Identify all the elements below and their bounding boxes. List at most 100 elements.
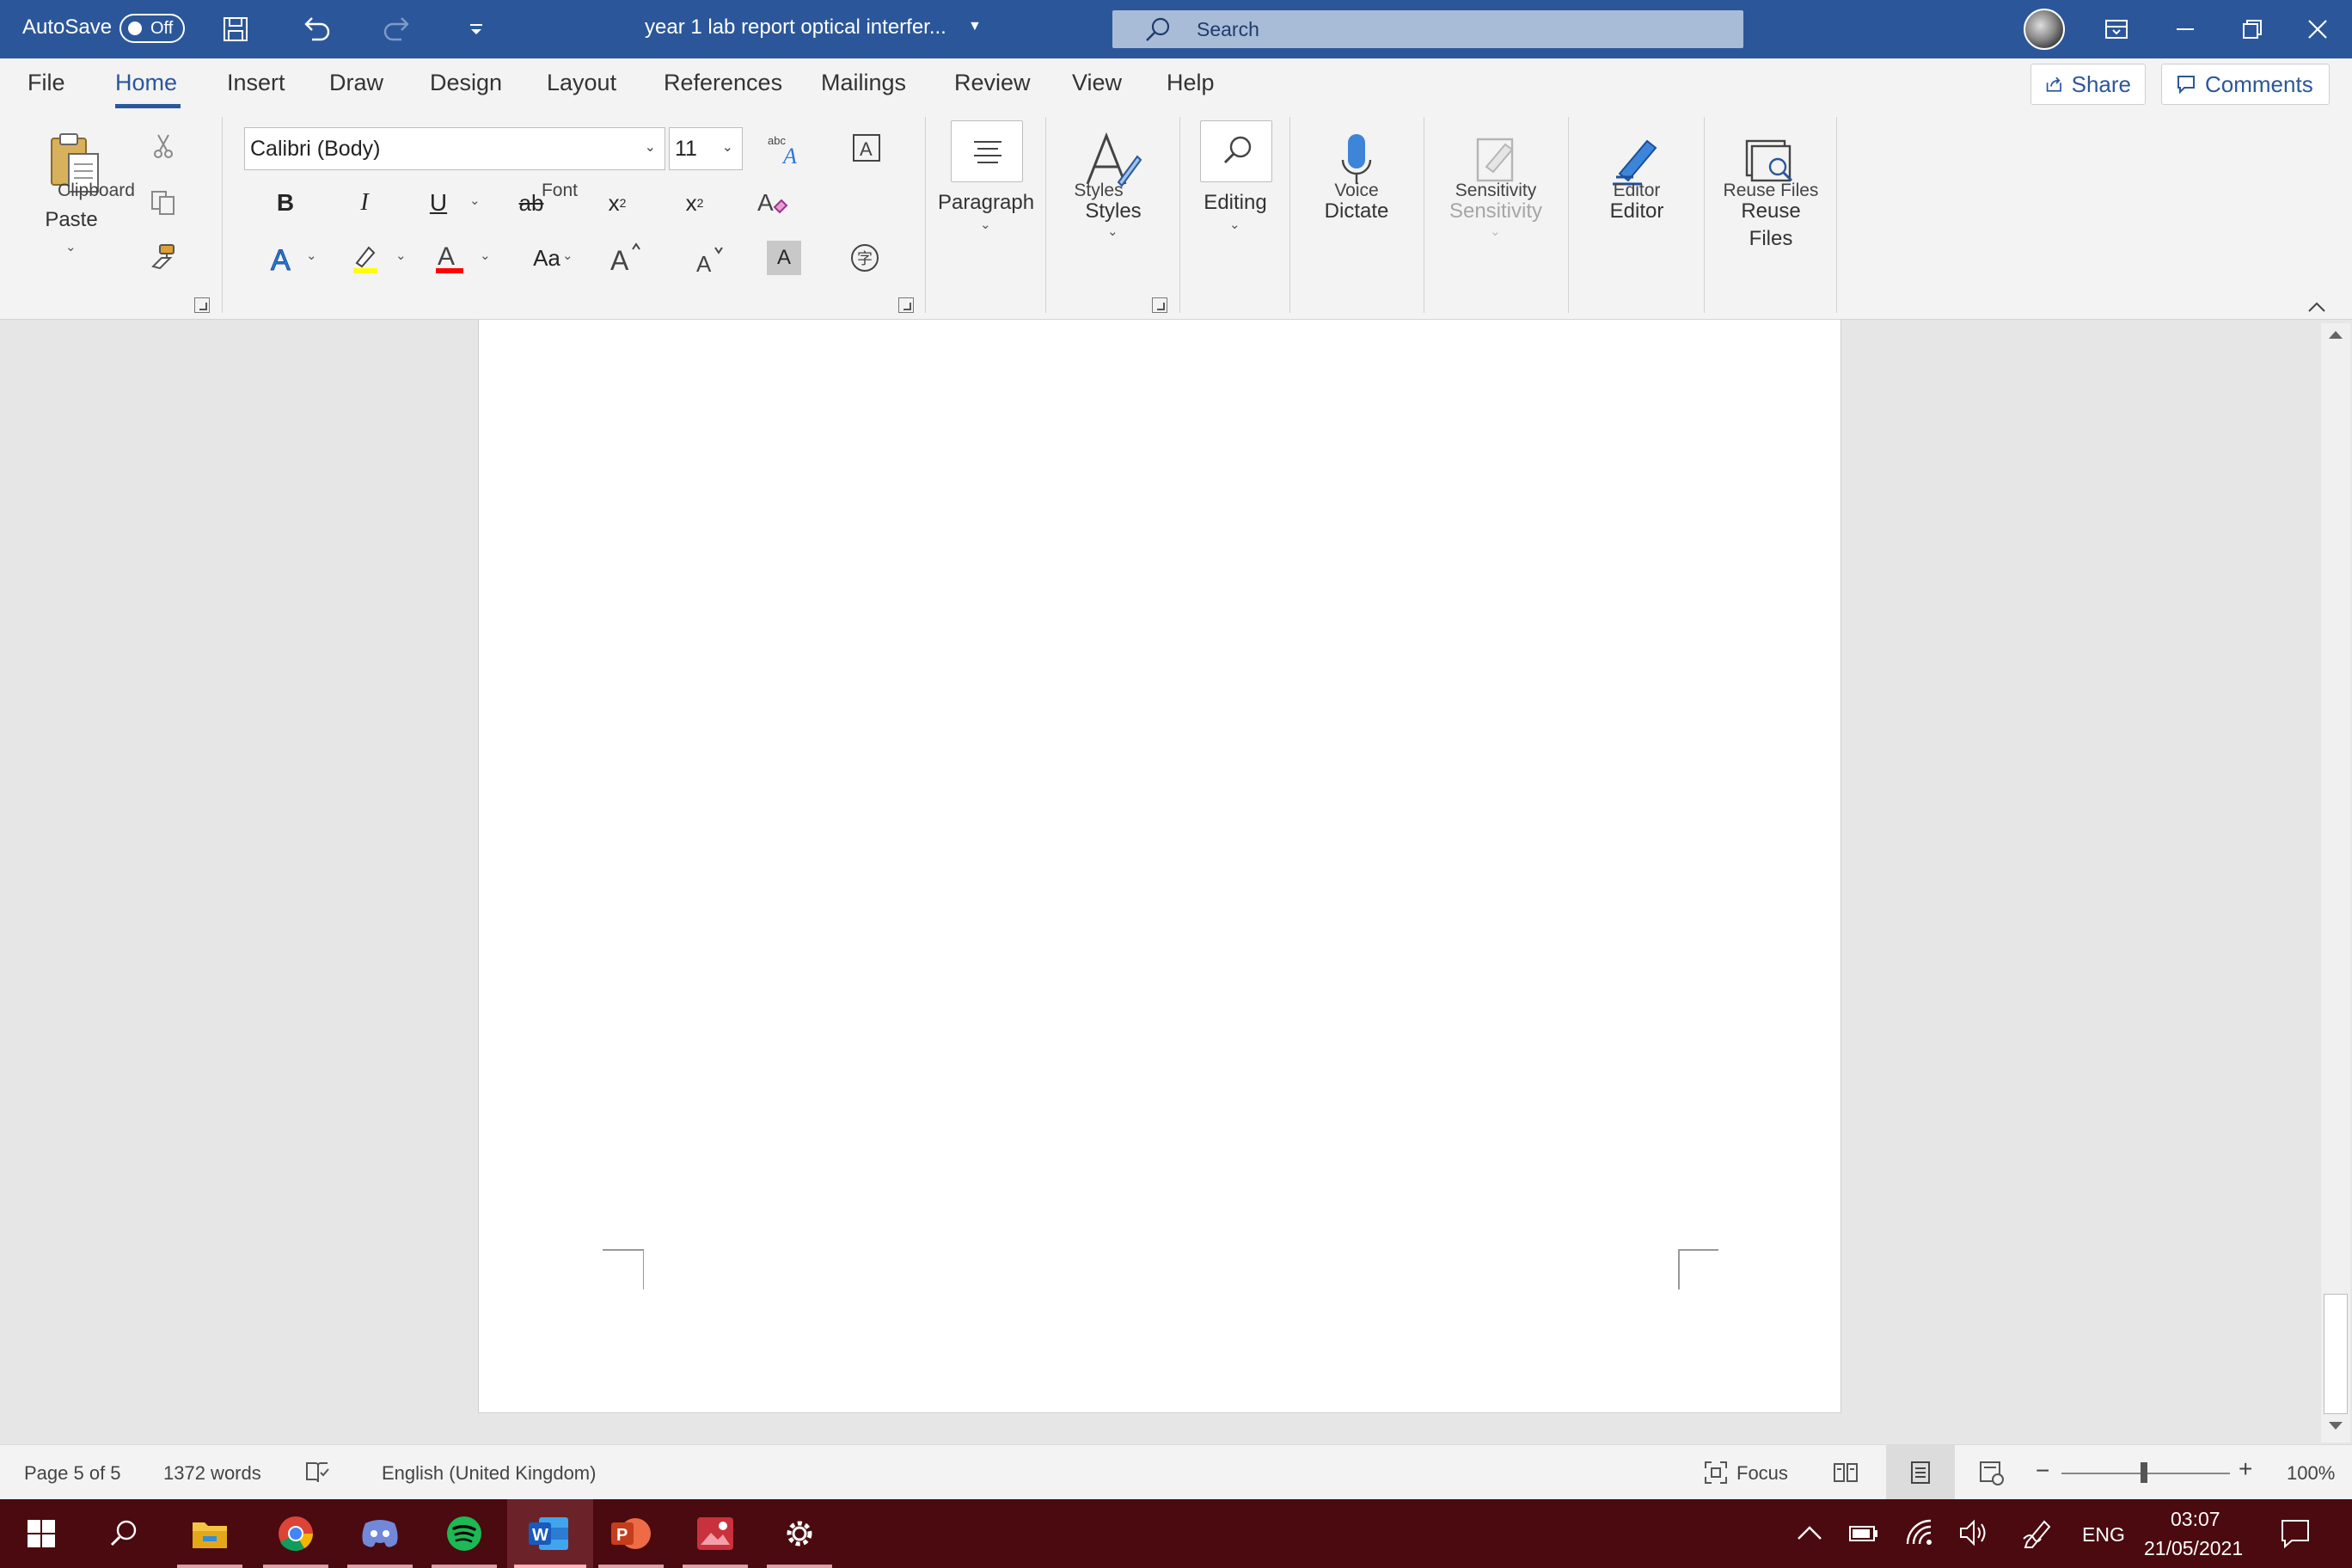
comments-button[interactable]: Comments <box>2161 64 2330 105</box>
chevron-down-icon[interactable]: ⌄ <box>1229 217 1240 232</box>
zoom-slider-thumb[interactable] <box>2141 1462 2147 1483</box>
zoom-level[interactable]: 100% <box>2287 1462 2335 1485</box>
tab-file[interactable]: File <box>28 70 65 96</box>
focus-label[interactable]: Focus <box>1736 1462 1788 1485</box>
text-effects-icon[interactable]: A <box>265 241 304 275</box>
clipboard-launcher-icon[interactable] <box>194 297 210 313</box>
chevron-down-icon[interactable]: ⌄ <box>722 138 733 156</box>
powerpoint-icon[interactable]: P <box>605 1508 657 1559</box>
font-color-icon[interactable]: A <box>430 239 469 277</box>
tab-review[interactable]: Review <box>954 70 1031 96</box>
share-button[interactable]: Share <box>2030 64 2146 105</box>
chevron-up-icon[interactable] <box>1797 1525 1822 1540</box>
chevron-down-icon[interactable]: ⌄ <box>980 217 991 232</box>
clock-time[interactable]: 03:07 <box>2171 1508 2220 1531</box>
search-icon[interactable] <box>98 1508 150 1559</box>
chevron-down-icon[interactable]: ⌄ <box>1107 224 1118 239</box>
collapse-ribbon-icon[interactable] <box>2304 297 2330 316</box>
chevron-down-icon[interactable]: ⌄ <box>469 193 481 208</box>
editing-button[interactable] <box>1200 120 1272 182</box>
restore-icon[interactable] <box>2233 10 2271 48</box>
customize-toolbar-icon[interactable] <box>459 12 493 46</box>
read-mode-icon[interactable] <box>1833 1461 1859 1485</box>
clear-all-formatting-icon[interactable]: A <box>753 184 793 222</box>
reuse-files-label-line1[interactable]: Reuse <box>1741 198 1800 225</box>
font-name-combo[interactable]: Calibri (Body) ⌄ <box>244 127 665 170</box>
styles-launcher-icon[interactable] <box>1152 297 1167 313</box>
discord-icon[interactable] <box>354 1508 406 1559</box>
italic-icon[interactable]: I <box>347 186 382 220</box>
chrome-icon[interactable] <box>270 1508 322 1559</box>
editor-button-label[interactable]: Editor <box>1610 198 1664 225</box>
ribbon-display-icon[interactable] <box>2098 10 2135 48</box>
settings-icon[interactable] <box>774 1508 825 1559</box>
tab-help[interactable]: Help <box>1167 70 1215 96</box>
grow-font-icon[interactable]: A <box>607 239 645 277</box>
superscript-icon[interactable]: x2 <box>676 186 714 220</box>
chevron-down-icon[interactable]: ⌄ <box>645 138 656 156</box>
chevron-down-icon[interactable]: ▼ <box>968 19 982 34</box>
start-icon[interactable] <box>15 1508 67 1559</box>
highlight-icon[interactable] <box>346 239 385 277</box>
tab-references[interactable]: References <box>664 70 782 96</box>
cut-icon[interactable] <box>148 131 179 162</box>
clear-formatting-box-icon[interactable]: A <box>849 131 884 165</box>
dictate-label[interactable]: Dictate <box>1325 198 1389 225</box>
web-layout-icon[interactable] <box>1979 1461 2005 1486</box>
subscript-icon[interactable]: x2 <box>598 186 636 220</box>
paragraph-label[interactable]: Paragraph <box>938 189 1034 217</box>
notifications-icon[interactable] <box>2280 1518 2311 1549</box>
close-icon[interactable] <box>2299 10 2337 48</box>
styles-button-label[interactable]: Styles <box>1085 198 1141 225</box>
zoom-out-icon[interactable]: − <box>2036 1457 2049 1485</box>
copy-icon[interactable] <box>148 187 179 218</box>
enclose-characters-icon[interactable]: 字 <box>848 241 882 275</box>
chevron-down-icon[interactable]: ⌄ <box>65 239 77 254</box>
undo-icon[interactable] <box>299 12 334 46</box>
paste-label[interactable]: Paste <box>45 206 97 234</box>
wifi-icon[interactable] <box>1905 1518 1934 1547</box>
search-input[interactable]: Search <box>1112 10 1743 48</box>
change-case-abc-icon[interactable]: abc A <box>765 131 806 168</box>
format-painter-icon[interactable] <box>148 241 179 272</box>
volume-icon[interactable] <box>1958 1518 1989 1547</box>
scroll-up-icon[interactable] <box>2327 328 2344 340</box>
page-count[interactable]: Page 5 of 5 <box>24 1462 121 1485</box>
word-count[interactable]: 1372 words <box>163 1462 261 1485</box>
font-launcher-icon[interactable] <box>898 297 914 313</box>
print-layout-button[interactable] <box>1886 1445 1955 1500</box>
shrink-font-icon[interactable]: A <box>691 241 729 279</box>
save-icon[interactable] <box>218 12 253 46</box>
tab-mailings[interactable]: Mailings <box>821 70 906 96</box>
underline-icon[interactable]: U <box>421 186 456 220</box>
chevron-down-icon[interactable]: ⌄ <box>480 248 491 263</box>
chevron-down-icon[interactable]: ⌄ <box>562 248 573 263</box>
focus-icon[interactable] <box>1704 1461 1728 1485</box>
minimize-icon[interactable] <box>2166 10 2204 48</box>
tab-design[interactable]: Design <box>430 70 502 96</box>
scrollbar-thumb[interactable] <box>2324 1294 2348 1414</box>
tab-view[interactable]: View <box>1072 70 1122 96</box>
autosave-toggle[interactable]: Off <box>119 14 185 43</box>
proofing-book-icon[interactable] <box>304 1461 330 1485</box>
font-size-combo[interactable]: 11 ⌄ <box>669 127 743 170</box>
battery-icon[interactable] <box>1848 1520 1879 1546</box>
pen-workspace-icon[interactable] <box>2022 1516 2053 1549</box>
tab-layout[interactable]: Layout <box>547 70 616 96</box>
avatar[interactable] <box>2024 9 2065 50</box>
chevron-down-icon[interactable]: ⌄ <box>395 248 407 263</box>
language-indicator[interactable]: English (United Kingdom) <box>382 1462 596 1485</box>
file-explorer-icon[interactable] <box>184 1508 236 1559</box>
tab-draw[interactable]: Draw <box>329 70 383 96</box>
scroll-down-icon[interactable] <box>2327 1420 2344 1432</box>
tab-home[interactable]: Home <box>115 70 177 96</box>
photos-icon[interactable] <box>689 1508 741 1559</box>
paragraph-button[interactable] <box>951 120 1023 182</box>
editing-label[interactable]: Editing <box>1204 189 1266 217</box>
word-icon[interactable]: W <box>523 1508 574 1559</box>
reuse-files-label-line2[interactable]: Files <box>1749 225 1793 253</box>
vertical-scrollbar[interactable] <box>2321 323 2350 1442</box>
character-shading-icon[interactable]: A <box>767 241 801 275</box>
document-title[interactable]: year 1 lab report optical interfer... <box>645 15 946 40</box>
spotify-icon[interactable] <box>438 1508 490 1559</box>
